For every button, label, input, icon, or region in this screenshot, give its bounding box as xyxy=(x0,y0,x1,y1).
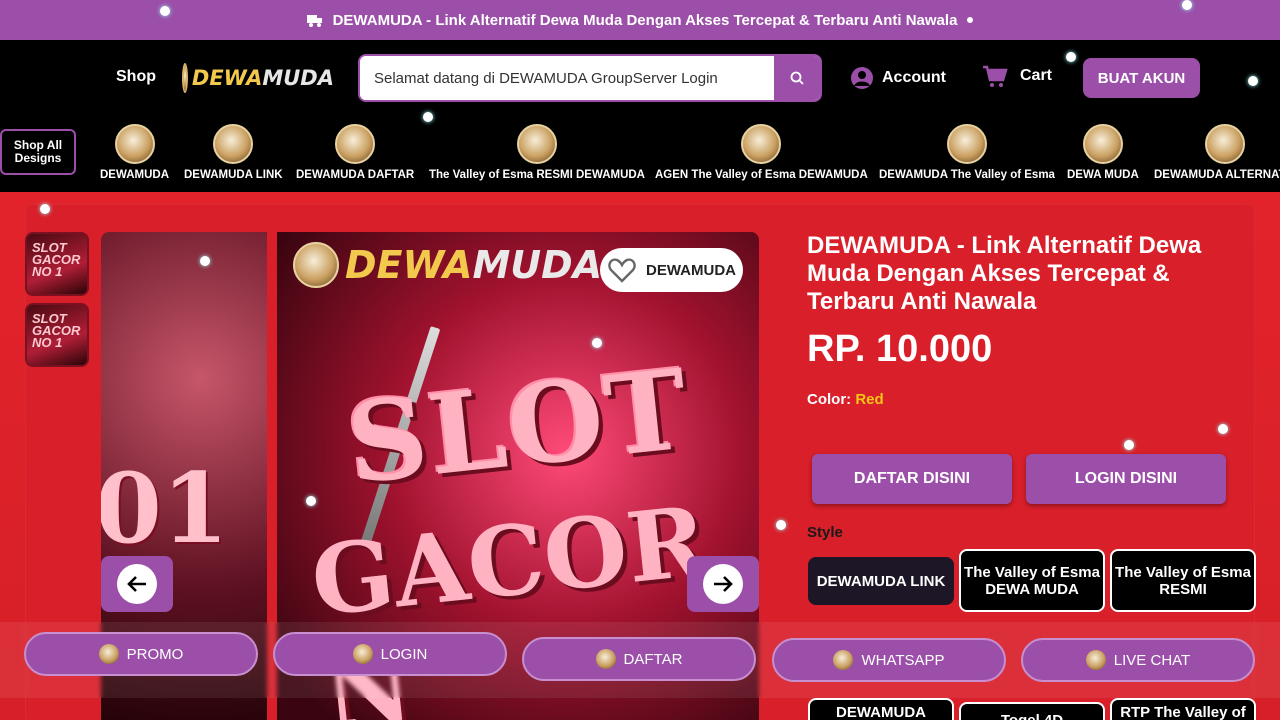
mascot-icon xyxy=(1085,650,1106,670)
snow-dot xyxy=(306,496,316,506)
announcement-bar: DEWAMUDA - Link Alternatif Dewa Muda Den… xyxy=(0,0,1280,40)
banner-text: SLOT xyxy=(341,344,696,509)
category-item[interactable]: The Valley of Esma RESMI DEWAMUDA xyxy=(429,124,645,181)
category-item[interactable]: DEWAMUDA DAFTAR xyxy=(296,124,414,181)
gallery-next-button[interactable] xyxy=(687,556,759,612)
category-item[interactable]: AGEN The Valley of Esma DEWAMUDA xyxy=(655,124,868,181)
daftar-button[interactable]: DAFTAR DISINI xyxy=(812,454,1012,504)
logo[interactable]: DEWAMUDA xyxy=(182,60,334,96)
user-icon xyxy=(851,67,873,89)
shop-all-designs-button[interactable]: Shop All Designs xyxy=(0,129,76,175)
gallery-thumbnail[interactable]: SLOT GACOR NO 1 xyxy=(25,303,89,367)
snow-dot xyxy=(40,204,50,214)
snow-dot xyxy=(1124,440,1134,450)
style-option[interactable]: The Valley of Esma RESMI xyxy=(1110,549,1256,612)
gallery-thumbnail[interactable]: SLOT GACOR NO 1 xyxy=(25,232,89,296)
color-label: Color: xyxy=(807,391,852,408)
snow-dot xyxy=(1066,52,1076,62)
snow-dot xyxy=(1182,0,1192,10)
account-link[interactable]: Account xyxy=(850,66,946,90)
search-input[interactable] xyxy=(360,56,774,100)
cart-icon xyxy=(983,65,1008,87)
promo-button[interactable]: PROMO xyxy=(24,632,258,676)
style-option[interactable]: Togel 4D xyxy=(959,702,1105,720)
snow-dot xyxy=(1248,76,1258,86)
snow-dot xyxy=(1218,424,1228,434)
arrow-right-icon xyxy=(714,576,733,592)
mascot-icon xyxy=(741,124,782,164)
mascot-icon xyxy=(1082,124,1123,164)
wishlist-button[interactable]: DEWAMUDA xyxy=(600,248,743,292)
category-item[interactable]: DEWAMUDA xyxy=(100,124,169,181)
category-item[interactable]: DEWA MUDA xyxy=(1067,124,1139,181)
product-title: DEWAMUDA - Link Alternatif Dewa Muda Den… xyxy=(807,232,1202,315)
login-bottom-button[interactable]: LOGIN xyxy=(273,632,507,676)
search-icon xyxy=(790,71,804,85)
mascot-icon xyxy=(182,63,188,93)
snow-dot xyxy=(776,520,786,530)
snow-dot xyxy=(200,256,210,266)
mascot-icon xyxy=(833,650,854,670)
snow-dot xyxy=(967,17,974,23)
style-option[interactable]: The Valley of Esma DEWA MUDA xyxy=(959,549,1105,612)
color-value: Red xyxy=(855,391,884,408)
gallery-prev-button[interactable] xyxy=(101,556,173,612)
whatsapp-button[interactable]: WHATSAPP xyxy=(772,638,1006,682)
heart-icon xyxy=(608,258,636,283)
style-option[interactable]: RTP The Valley of xyxy=(1110,698,1256,720)
banner-logo: DEWAMUDA xyxy=(293,242,602,288)
category-item[interactable]: DEWAMUDA LINK xyxy=(184,124,283,181)
mascot-icon xyxy=(98,644,119,664)
header: Shop DEWAMUDA Account Cart BUAT AKUN xyxy=(0,40,1280,116)
login-button[interactable]: LOGIN DISINI xyxy=(1026,454,1226,504)
snow-dot xyxy=(423,112,433,122)
create-account-button[interactable]: BUAT AKUN xyxy=(1083,58,1200,98)
product-price: RP. 10.000 xyxy=(807,328,993,370)
mascot-icon xyxy=(595,649,616,669)
live-chat-button[interactable]: LIVE CHAT xyxy=(1021,638,1255,682)
snow-dot xyxy=(160,6,170,16)
mascot-icon xyxy=(946,124,987,164)
search-button[interactable] xyxy=(774,56,820,100)
truck-icon xyxy=(306,15,322,27)
account-label: Account xyxy=(882,69,946,86)
mascot-icon xyxy=(517,124,557,164)
announcement-text: DEWAMUDA - Link Alternatif Dewa Muda Den… xyxy=(332,11,958,29)
shop-link[interactable]: Shop xyxy=(116,68,156,86)
category-strip: Shop All Designs DEWAMUDA DEWAMUDA LINK … xyxy=(0,116,1280,192)
mascot-icon xyxy=(335,124,376,164)
search-box xyxy=(358,54,822,102)
cart-link[interactable]: Cart xyxy=(982,64,1052,88)
mascot-icon xyxy=(352,644,373,664)
mascot-icon xyxy=(114,124,155,164)
snow-dot xyxy=(592,338,602,348)
color-row: Color: Red xyxy=(807,391,884,408)
mascot-icon xyxy=(293,242,339,288)
wishlist-label: DEWAMUDA xyxy=(646,261,736,279)
daftar-bottom-button[interactable]: DAFTAR xyxy=(522,637,756,681)
mascot-icon xyxy=(213,124,254,164)
category-item[interactable]: DEWAMUDA The Valley of Esma xyxy=(879,124,1055,181)
logo-wordmark: DEWAMUDA xyxy=(191,66,334,90)
cart-label: Cart xyxy=(1020,67,1053,84)
style-option[interactable]: DEWAMUDA xyxy=(808,698,954,720)
arrow-left-icon xyxy=(127,576,146,592)
category-item[interactable]: DEWAMUDA ALTERNATIF xyxy=(1154,124,1280,181)
style-option-selected[interactable]: DEWAMUDA LINK xyxy=(808,557,954,605)
mascot-icon xyxy=(1204,124,1245,164)
style-label: Style xyxy=(807,524,843,541)
